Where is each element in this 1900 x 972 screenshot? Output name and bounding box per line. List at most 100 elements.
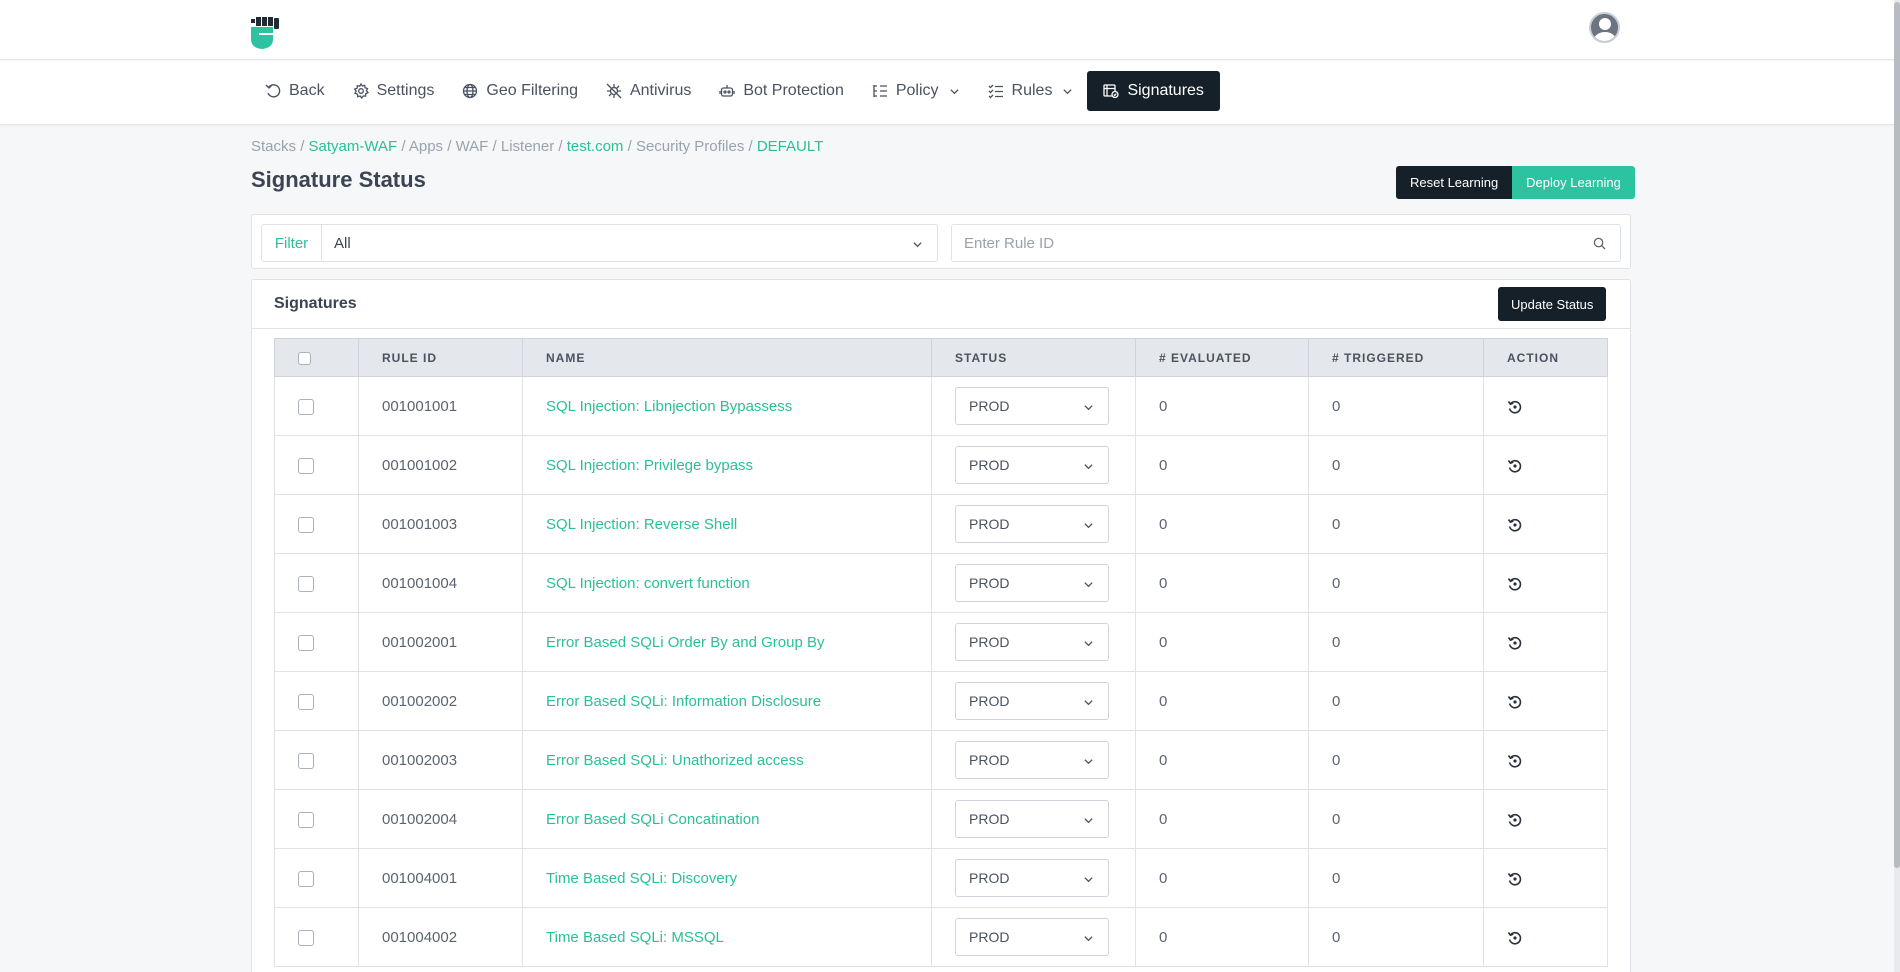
reset-icon[interactable] [1507,753,1523,769]
reset-icon[interactable] [1507,812,1523,828]
table-row: 001001001 SQL Injection: Libnjection Byp… [274,376,1608,436]
row-status-select[interactable]: PROD [955,505,1109,543]
column-header-triggered[interactable]: # TRIGGERED [1308,338,1484,377]
row-action-cell [1483,671,1608,731]
row-name-link[interactable]: Time Based SQLi: MSSQL [522,907,932,967]
nav-settings[interactable]: Settings [339,71,449,111]
reset-icon[interactable] [1507,399,1523,415]
column-header-name[interactable]: NAME [522,338,932,377]
rules-icon [988,84,1003,99]
nav-signatures-label: Signatures [1127,82,1204,99]
page-scrollbar[interactable] [1894,0,1900,972]
search-icon[interactable] [1593,237,1606,250]
scrollbar-thumb[interactable] [1894,2,1900,868]
row-select-cell [274,907,359,967]
row-select-cell [274,553,359,613]
row-status-cell: PROD [931,907,1136,967]
reset-icon[interactable] [1507,635,1523,651]
row-checkbox[interactable] [298,634,314,651]
row-status-cell: PROD [931,848,1136,908]
signatures-card-header: Signatures Update Status [252,280,1630,329]
breadcrumb-apps[interactable]: Apps [409,138,443,155]
row-triggered: 0 [1308,907,1484,967]
row-status-select[interactable]: PROD [955,859,1109,897]
row-name-link[interactable]: Time Based SQLi: Discovery [522,848,932,908]
filter-bar: Filter All [251,214,1631,269]
rule-id-search-input[interactable] [951,224,1621,262]
nav-geo-filtering[interactable]: Geo Filtering [448,71,592,111]
reset-icon[interactable] [1507,458,1523,474]
row-name-link[interactable]: SQL Injection: Reverse Shell [522,494,932,554]
breadcrumb-security-profiles[interactable]: Security Profiles [636,138,744,155]
deploy-learning-button[interactable]: Deploy Learning [1512,166,1635,199]
row-status-select[interactable]: PROD [955,918,1109,956]
select-all-cell [274,338,359,377]
nav-policy[interactable]: Policy [858,71,974,111]
reset-learning-button[interactable]: Reset Learning [1396,166,1513,199]
column-header-status[interactable]: STATUS [931,338,1136,377]
chevron-down-icon [1084,582,1093,588]
row-checkbox[interactable] [298,929,314,946]
filter-select[interactable]: All [321,224,938,262]
column-header-rule-id[interactable]: RULE ID [358,338,523,377]
row-name-link[interactable]: SQL Injection: Privilege bypass [522,435,932,495]
row-name-link[interactable]: Error Based SQLi: Unathorized access [522,730,932,790]
row-checkbox[interactable] [298,811,314,828]
breadcrumb-separator: / [748,138,753,155]
nav-back[interactable]: Back [251,71,339,111]
row-name-link[interactable]: SQL Injection: Libnjection Bypassess [522,376,932,436]
nav-antivirus[interactable]: Antivirus [592,71,705,111]
breadcrumb-listener[interactable]: Listener [501,138,554,155]
row-status-select[interactable]: PROD [955,741,1109,779]
reset-icon[interactable] [1507,694,1523,710]
row-status-select[interactable]: PROD [955,387,1109,425]
reset-icon[interactable] [1507,930,1523,946]
breadcrumb-separator: / [447,138,452,155]
row-checkbox[interactable] [298,870,314,887]
row-rule-id: 001002002 [358,671,523,731]
row-triggered: 0 [1308,730,1484,790]
row-checkbox[interactable] [298,575,314,592]
reset-icon[interactable] [1507,517,1523,533]
chevron-down-icon [1084,464,1093,470]
row-name-link[interactable]: Error Based SQLi: Information Disclosure [522,671,932,731]
nav-bot-protection[interactable]: Bot Protection [705,71,858,111]
row-status-select[interactable]: PROD [955,682,1109,720]
table-row: 001004002 Time Based SQLi: MSSQL PROD 0 … [274,907,1608,967]
app-logo[interactable] [251,17,279,49]
row-name-link[interactable]: Error Based SQLi Order By and Group By [522,612,932,672]
reset-icon[interactable] [1507,871,1523,887]
row-status-select[interactable]: PROD [955,446,1109,484]
reset-icon[interactable] [1507,576,1523,592]
row-name-link[interactable]: Error Based SQLi Concatination [522,789,932,849]
user-avatar[interactable] [1589,12,1620,43]
breadcrumb-stacks[interactable]: Stacks [251,138,296,155]
row-status-select[interactable]: PROD [955,623,1109,661]
row-triggered: 0 [1308,435,1484,495]
column-header-evaluated[interactable]: # EVALUATED [1135,338,1309,377]
row-action-cell [1483,494,1608,554]
row-checkbox[interactable] [298,752,314,769]
globe-icon [463,83,478,99]
row-checkbox[interactable] [298,516,314,533]
update-status-button[interactable]: Update Status [1498,287,1607,321]
row-evaluated: 0 [1135,671,1309,731]
row-checkbox[interactable] [298,398,314,415]
row-checkbox[interactable] [298,693,314,710]
row-triggered: 0 [1308,494,1484,554]
row-status-select[interactable]: PROD [955,800,1109,838]
nav-geo-filtering-label: Geo Filtering [486,82,578,99]
row-name-link[interactable]: SQL Injection: convert function [522,553,932,613]
breadcrumb-domain[interactable]: test.com [567,138,624,155]
select-all-checkbox[interactable] [298,351,311,365]
breadcrumb-stack-name[interactable]: Satyam-WAF [309,138,398,155]
breadcrumb-waf[interactable]: WAF [456,138,489,155]
row-evaluated: 0 [1135,612,1309,672]
row-checkbox[interactable] [298,457,314,474]
nav-rules[interactable]: Rules [974,71,1088,111]
top-bar [0,0,1894,60]
nav-signatures[interactable]: Signatures [1087,71,1220,111]
row-status-select[interactable]: PROD [955,564,1109,602]
breadcrumb-profile[interactable]: DEFAULT [757,138,823,155]
row-evaluated: 0 [1135,907,1309,967]
